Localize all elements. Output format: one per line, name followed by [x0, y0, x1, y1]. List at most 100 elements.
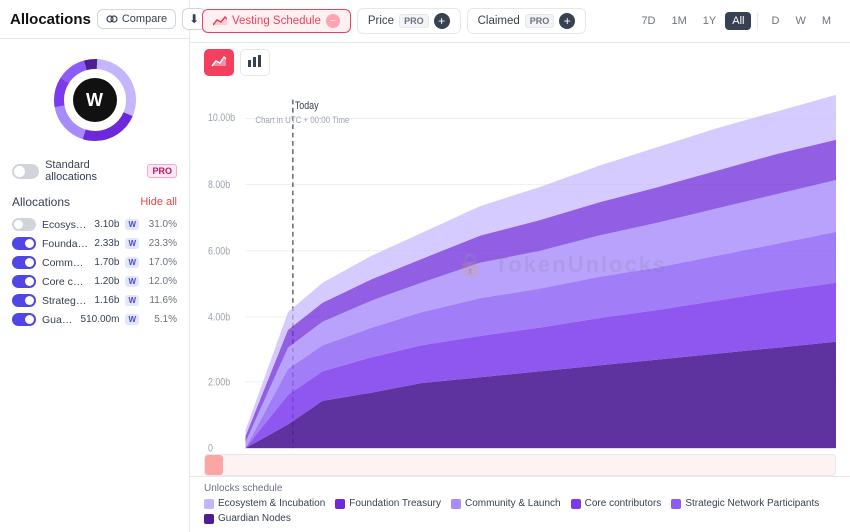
- alloc-toggle-core[interactable]: [12, 275, 36, 288]
- legend-color: [571, 499, 581, 509]
- alloc-pct-core: 12.0%: [145, 276, 177, 287]
- svg-text:2.00b: 2.00b: [208, 377, 231, 389]
- pro-badge: PRO: [147, 164, 177, 178]
- alloc-name-core: Core contribu...: [42, 276, 88, 288]
- top-bar: Vesting Schedule −PricePRO+ClaimedPRO+ 7…: [190, 0, 850, 43]
- page-title: Allocations: [10, 11, 91, 28]
- legend-item: Core contributors: [571, 498, 662, 509]
- alloc-name-guardian: Guardian Nod...: [42, 314, 75, 326]
- donut-chart-area: W: [0, 39, 189, 153]
- tab-claimed[interactable]: ClaimedPRO+: [467, 8, 587, 34]
- chart-toolbar: [190, 43, 850, 76]
- alloc-name-ecosystem: Ecosystem & ...: [42, 219, 88, 231]
- w-badge-guardian: W: [125, 314, 139, 325]
- alloc-value-strategic: 1.16b: [94, 295, 119, 306]
- alloc-item-foundation: Foundation Tr... 2.33b W 23.3%: [12, 234, 177, 253]
- svg-text:8.00b: 8.00b: [208, 180, 231, 192]
- svg-text:Today: Today: [295, 100, 319, 112]
- left-panel: Allocations Compare ⬇ W: [0, 0, 190, 532]
- scroll-bar[interactable]: [204, 454, 836, 476]
- time-range-all[interactable]: All: [725, 12, 751, 30]
- alloc-pct-foundation: 23.3%: [145, 238, 177, 249]
- legend-items: Ecosystem & Incubation Foundation Treasur…: [204, 498, 836, 524]
- time-range-1m[interactable]: 1M: [665, 12, 694, 30]
- donut-logo: W: [73, 78, 117, 122]
- allocations-label: Allocations: [12, 195, 70, 209]
- svg-text:4.00b: 4.00b: [208, 312, 231, 324]
- alloc-name-foundation: Foundation Tr...: [42, 238, 88, 250]
- time-range-m[interactable]: M: [815, 12, 838, 30]
- alloc-pct-community: 17.0%: [145, 257, 177, 268]
- legend-item: Ecosystem & Incubation: [204, 498, 325, 509]
- hide-all-button[interactable]: Hide all: [140, 196, 177, 208]
- bar-chart-icon: [247, 54, 263, 68]
- legend-item: Strategic Network Participants: [671, 498, 819, 509]
- tabs-container: Vesting Schedule −PricePRO+ClaimedPRO+: [202, 8, 626, 34]
- bar-chart-button[interactable]: [240, 49, 270, 76]
- alloc-value-core: 1.20b: [94, 276, 119, 287]
- chart-area: 0 2.00b 4.00b 6.00b 8.00b 10.00b Today C…: [190, 76, 850, 454]
- standard-allocations-toggle[interactable]: [12, 164, 39, 179]
- legend-color: [335, 499, 345, 509]
- time-range-d[interactable]: D: [764, 12, 786, 30]
- time-range-1y[interactable]: 1Y: [696, 12, 723, 30]
- alloc-pct-strategic: 11.6%: [145, 295, 177, 306]
- standard-allocations-label: Standard allocations: [45, 159, 141, 183]
- right-panel: Vesting Schedule −PricePRO+ClaimedPRO+ 7…: [190, 0, 850, 532]
- w-badge-ecosystem: W: [125, 219, 139, 230]
- w-badge-strategic: W: [125, 295, 139, 306]
- tab-add-claimed[interactable]: +: [559, 13, 575, 29]
- alloc-item-community: Community & ... 1.70b W 17.0%: [12, 253, 177, 272]
- alloc-value-guardian: 510.00m: [81, 314, 120, 325]
- allocations-list: Ecosystem & ... 3.10b W 31.0% Foundation…: [12, 215, 177, 329]
- area-chart-icon: [211, 54, 227, 68]
- alloc-toggle-foundation[interactable]: [12, 237, 36, 250]
- w-badge-foundation: W: [125, 238, 139, 249]
- w-badge-core: W: [125, 276, 139, 287]
- legend-color: [451, 499, 461, 509]
- vesting-icon: [213, 15, 227, 27]
- area-chart-button[interactable]: [204, 49, 234, 76]
- alloc-value-foundation: 2.33b: [94, 238, 119, 249]
- time-divider: [757, 13, 758, 29]
- w-badge-community: W: [125, 257, 139, 268]
- alloc-item-strategic: Strategic Net... 1.16b W 11.6%: [12, 291, 177, 310]
- allocations-section: Allocations Hide all Ecosystem & ... 3.1…: [0, 189, 189, 333]
- alloc-value-community: 1.70b: [94, 257, 119, 268]
- alloc-toggle-strategic[interactable]: [12, 294, 36, 307]
- legend-area: Unlocks schedule Ecosystem & Incubation F…: [190, 476, 850, 532]
- compare-button[interactable]: Compare: [97, 9, 176, 29]
- alloc-pct-ecosystem: 31.0%: [145, 219, 177, 230]
- alloc-item-ecosystem: Ecosystem & ... 3.10b W 31.0%: [12, 215, 177, 234]
- allocations-header: Allocations Hide all: [12, 195, 177, 209]
- alloc-value-ecosystem: 3.10b: [94, 219, 119, 230]
- legend-title: Unlocks schedule: [204, 483, 282, 494]
- tab-price[interactable]: PricePRO+: [357, 8, 461, 34]
- scroll-thumb[interactable]: [205, 455, 223, 475]
- tab-remove-vesting[interactable]: −: [326, 14, 340, 28]
- left-header: Allocations Compare ⬇: [0, 0, 189, 39]
- legend-item: Guardian Nodes: [204, 513, 291, 524]
- standard-allocations-toggle-row: Standard allocations PRO: [0, 153, 189, 189]
- legend-color: [671, 499, 681, 509]
- time-range-w[interactable]: W: [788, 12, 812, 30]
- alloc-name-strategic: Strategic Net...: [42, 295, 88, 307]
- svg-text:10.00b: 10.00b: [208, 112, 236, 124]
- alloc-toggle-ecosystem[interactable]: [12, 218, 36, 231]
- chart-svg: 0 2.00b 4.00b 6.00b 8.00b 10.00b Today C…: [204, 76, 836, 454]
- compare-icon: [106, 13, 118, 25]
- legend-color: [204, 514, 214, 524]
- svg-text:Chart in UTC + 00:00 Time: Chart in UTC + 00:00 Time: [255, 115, 349, 126]
- svg-text:6.00b: 6.00b: [208, 246, 231, 258]
- tab-vesting[interactable]: Vesting Schedule −: [202, 9, 351, 33]
- time-range-group: 7D1M1YAll DWM: [634, 12, 838, 30]
- alloc-toggle-community[interactable]: [12, 256, 36, 269]
- tab-add-price[interactable]: +: [434, 13, 450, 29]
- legend-item: Foundation Treasury: [335, 498, 441, 509]
- alloc-name-community: Community & ...: [42, 257, 88, 269]
- alloc-pct-guardian: 5.1%: [145, 314, 177, 325]
- alloc-item-core: Core contribu... 1.20b W 12.0%: [12, 272, 177, 291]
- alloc-toggle-guardian[interactable]: [12, 313, 36, 326]
- time-range-7d[interactable]: 7D: [634, 12, 662, 30]
- legend-color: [204, 499, 214, 509]
